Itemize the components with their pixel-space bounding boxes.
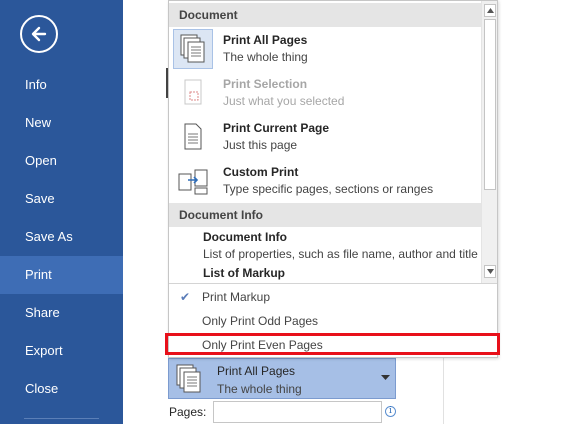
print-what-desc: The whole thing	[217, 382, 302, 396]
toggle-label: Print Markup	[202, 290, 271, 304]
option-print-selection[interactable]: Print Selection Just what you selected	[169, 71, 481, 115]
nav-info[interactable]: Info	[0, 66, 123, 104]
option-title: Print Current Page	[223, 121, 330, 135]
toggle-odd-pages[interactable]: Only Print Odd Pages	[169, 309, 497, 333]
option-desc: Just what you selected	[223, 94, 345, 108]
menu-divider	[169, 283, 497, 284]
option-title: Print Selection	[223, 77, 308, 91]
checkmark-icon: ✔	[180, 290, 191, 304]
option-print-all-pages[interactable]: Print All Pages The whole thing	[169, 27, 481, 71]
print-what-title: Print All Pages	[217, 364, 296, 378]
nav-print[interactable]: Print	[0, 256, 123, 294]
nav-share[interactable]: Share	[0, 294, 123, 332]
info-icon[interactable]: i	[385, 406, 396, 417]
menu-scrollbar[interactable]	[481, 1, 497, 283]
nav-new[interactable]: New	[0, 104, 123, 142]
toggle-label: Only Print Odd Pages	[202, 314, 319, 328]
nav-export[interactable]: Export	[0, 332, 123, 370]
option-desc: List of properties, such as file name, a…	[203, 247, 478, 261]
chevron-up-icon	[487, 8, 494, 13]
custom-print-icon	[173, 161, 213, 201]
back-arrow-icon	[31, 26, 47, 42]
chevron-down-icon	[487, 269, 494, 274]
option-title: Print All Pages	[223, 33, 308, 47]
back-button[interactable]	[20, 15, 58, 53]
all-pages-icon	[173, 362, 205, 396]
nav-open[interactable]: Open	[0, 142, 123, 180]
print-what-dropdown-button[interactable]: Print All Pages The whole thing	[168, 358, 396, 399]
nav-divider	[24, 418, 99, 419]
option-list-of-markup[interactable]: List of Markup	[203, 266, 481, 280]
pages-label: Pages:	[169, 405, 207, 419]
option-custom-print[interactable]: Custom Print Type specific pages, sectio…	[169, 159, 481, 203]
option-title: Custom Print	[223, 165, 299, 179]
nav-save[interactable]: Save	[0, 180, 123, 218]
scroll-thumb[interactable]	[484, 19, 496, 190]
option-title: Document Info	[203, 230, 287, 244]
current-page-icon	[173, 117, 213, 157]
selection-icon	[173, 73, 213, 113]
all-pages-icon	[173, 29, 213, 69]
annotation-highlight-box	[165, 333, 500, 355]
option-document-info[interactable]: Document Info List of properties, such a…	[203, 230, 481, 261]
chevron-down-icon	[381, 375, 390, 380]
backstage-nav: Info New Open Save Save As Print Share E…	[0, 0, 123, 424]
toggle-print-markup[interactable]: ✔ Print Markup	[169, 285, 497, 309]
option-print-current-page[interactable]: Print Current Page Just this page	[169, 115, 481, 159]
nav-save-as[interactable]: Save As	[0, 218, 123, 256]
menu-scroll-area: Document Print All Pages The whole thing	[169, 1, 481, 283]
scroll-down-button[interactable]	[484, 265, 496, 278]
section-header-document-info: Document Info	[169, 203, 481, 227]
print-what-menu: Document Print All Pages The whole thing	[168, 0, 498, 358]
option-desc: Type specific pages, sections or ranges	[223, 182, 434, 196]
pages-input[interactable]	[213, 401, 382, 423]
backstage-print-view: Info New Open Save Save As Print Share E…	[0, 0, 572, 424]
nav-close[interactable]: Close	[0, 370, 123, 408]
option-desc: The whole thing	[223, 50, 308, 64]
scroll-up-button[interactable]	[484, 4, 496, 17]
option-title: List of Markup	[203, 266, 286, 280]
section-header-document: Document	[169, 3, 481, 27]
option-desc: Just this page	[223, 138, 298, 152]
